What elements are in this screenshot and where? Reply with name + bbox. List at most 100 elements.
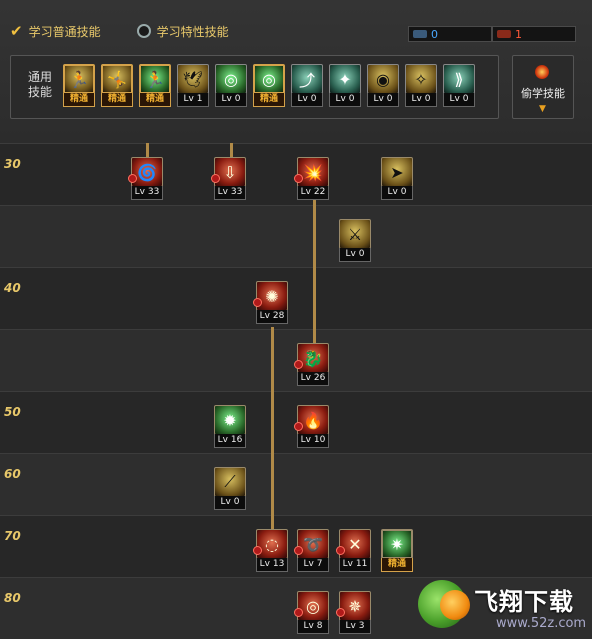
- watermark-logo: 飞翔下载 www.52z.com: [418, 580, 592, 639]
- skill-level: Lv 0: [215, 93, 247, 107]
- skill-level: Lv 33: [131, 186, 163, 200]
- red-book-icon: [497, 30, 511, 38]
- row-divider: [0, 143, 592, 144]
- row-divider: [0, 453, 592, 454]
- skill-level: Lv 0: [214, 496, 246, 510]
- skill-level: 精通: [139, 93, 171, 107]
- common-skills-panel: 通用 技能 🏃 精通 🤸 精通 🏃 精通 🕊 Lv 1 ◎ Lv 0 ◎ 精通 ⤴ Lv 0 ✦ Lv 0 ◉ Lv…: [10, 55, 499, 119]
- row-divider: [0, 329, 592, 330]
- spin-kick-icon: 🌀: [131, 157, 163, 187]
- skill-slot[interactable]: ✹ Lv 16: [214, 405, 246, 449]
- blue-points-counter: 0: [408, 26, 492, 42]
- skill-slot[interactable]: ◌ Lv 13: [253, 529, 288, 573]
- skill-slot[interactable]: ⟫ Lv 0: [443, 64, 475, 108]
- cross-strike-icon: ✕: [339, 529, 371, 559]
- skill-level: Lv 0: [339, 248, 371, 262]
- stomp-icon: ⇩: [214, 157, 246, 187]
- dragon-strike-icon: 🐉: [297, 343, 329, 373]
- skill-slot[interactable]: ✺ Lv 28: [253, 281, 288, 325]
- skill-slot[interactable]: 🏃 精通: [63, 64, 95, 108]
- skill-level: Lv 13: [256, 558, 288, 572]
- steal-skills-label: 偷学技能: [521, 87, 565, 100]
- power-up-figure-icon: ✧: [405, 64, 437, 94]
- target-icon: ◎: [215, 64, 247, 94]
- level-row: 40: [0, 267, 592, 329]
- skill-level: Lv 26: [297, 372, 329, 386]
- row-divider: [0, 391, 592, 392]
- skill-slot[interactable]: ◎ Lv 0: [215, 64, 247, 108]
- flame-icon: 🔥: [297, 405, 329, 435]
- tab-trait-skills[interactable]: 学习特性技能: [136, 23, 229, 40]
- skill-level: Lv 3: [339, 620, 371, 634]
- level-label: 50: [4, 405, 21, 419]
- skill-slot[interactable]: ✕ Lv 11: [336, 529, 371, 573]
- skill-slot[interactable]: ✦ Lv 0: [329, 64, 361, 108]
- row-divider: [0, 267, 592, 268]
- skill-slot[interactable]: ⤴ Lv 0: [291, 64, 323, 108]
- skill-level: Lv 10: [297, 434, 329, 448]
- skill-level: 精通: [253, 93, 285, 107]
- level-label: 80: [4, 591, 21, 605]
- skill-slot[interactable]: 🕊 Lv 1: [177, 64, 209, 108]
- skill-slot[interactable]: ⚔ Lv 0: [339, 219, 371, 263]
- red-pin-icon: [336, 608, 345, 617]
- skill-slot[interactable]: ◎ Lv 8: [294, 591, 329, 635]
- skill-slot[interactable]: 🐉 Lv 26: [294, 343, 329, 387]
- eye-orb-icon: ◉: [367, 64, 399, 94]
- red-pin-icon: [294, 360, 303, 369]
- skill-slot[interactable]: ◉ Lv 0: [367, 64, 399, 108]
- fire-ring-icon: ◎: [297, 591, 329, 621]
- whirlwind-icon: ✺: [256, 281, 288, 311]
- slash-icon: ⟋: [214, 467, 246, 497]
- watermark-url: www.52z.com: [496, 616, 587, 631]
- skill-level: Lv 1: [177, 93, 209, 107]
- skill-type-selector: ✔ 学习普通技能 学习特性技能: [10, 20, 265, 42]
- fire-figure-icon: ✵: [339, 591, 371, 621]
- fire-icon: [535, 65, 549, 79]
- red-pin-icon: [253, 298, 262, 307]
- warrior-icon: ⚔: [339, 219, 371, 249]
- skill-slot[interactable]: ➤ Lv 0: [381, 157, 413, 201]
- skill-level: Lv 0: [329, 93, 361, 107]
- skill-level: Lv 0: [381, 186, 413, 200]
- skill-slot[interactable]: ➰ Lv 7: [294, 529, 329, 573]
- skill-slot[interactable]: 🤸 精通: [101, 64, 133, 108]
- dropdown-arrow-icon: ▼: [539, 104, 546, 114]
- skill-slot[interactable]: 🔥 Lv 10: [294, 405, 329, 449]
- skill-slot[interactable]: ⟋ Lv 0: [214, 467, 246, 511]
- skill-slot[interactable]: ✷ 精通: [381, 529, 413, 573]
- red-pin-icon: [211, 174, 220, 183]
- skill-slot[interactable]: ◎ 精通: [253, 64, 285, 108]
- level-label: 60: [4, 467, 21, 481]
- row-divider: [0, 577, 592, 578]
- skill-slot[interactable]: ✧ Lv 0: [405, 64, 437, 108]
- skill-level: Lv 16: [214, 434, 246, 448]
- skill-slot[interactable]: 💥 Lv 22: [294, 157, 329, 201]
- kneeling-figure-icon: 🤸: [101, 64, 133, 94]
- watermark-title: 飞翔下载: [474, 588, 574, 616]
- red-pin-icon: [294, 608, 303, 617]
- skill-slot[interactable]: ✵ Lv 3: [336, 591, 371, 635]
- target-icon: ◎: [253, 64, 285, 94]
- red-pin-icon: [128, 174, 137, 183]
- orange-icon: [440, 590, 470, 620]
- skill-level: Lv 33: [214, 186, 246, 200]
- skill-level: Lv 28: [256, 310, 288, 324]
- red-points-value: 1: [515, 27, 522, 41]
- blast-icon: 💥: [297, 157, 329, 187]
- slide-icon: ➤: [381, 157, 413, 187]
- steal-skills-button[interactable]: 偷学技能 ▼: [512, 55, 574, 119]
- red-pin-icon: [294, 422, 303, 431]
- running-figure-icon: 🏃: [63, 64, 95, 94]
- red-pin-icon: [253, 546, 262, 555]
- skill-slot[interactable]: 🏃 精通: [139, 64, 171, 108]
- skill-level: Lv 0: [405, 93, 437, 107]
- skill-slot[interactable]: 🌀 Lv 33: [128, 157, 163, 201]
- skill-slot[interactable]: ⇩ Lv 33: [211, 157, 246, 201]
- checkmark-icon: ✔: [10, 22, 23, 40]
- skill-level: Lv 11: [339, 558, 371, 572]
- red-pin-icon: [294, 546, 303, 555]
- level-label: 70: [4, 529, 21, 543]
- blue-points-value: 0: [431, 27, 438, 41]
- tab-normal-skills[interactable]: ✔ 学习普通技能: [10, 22, 101, 40]
